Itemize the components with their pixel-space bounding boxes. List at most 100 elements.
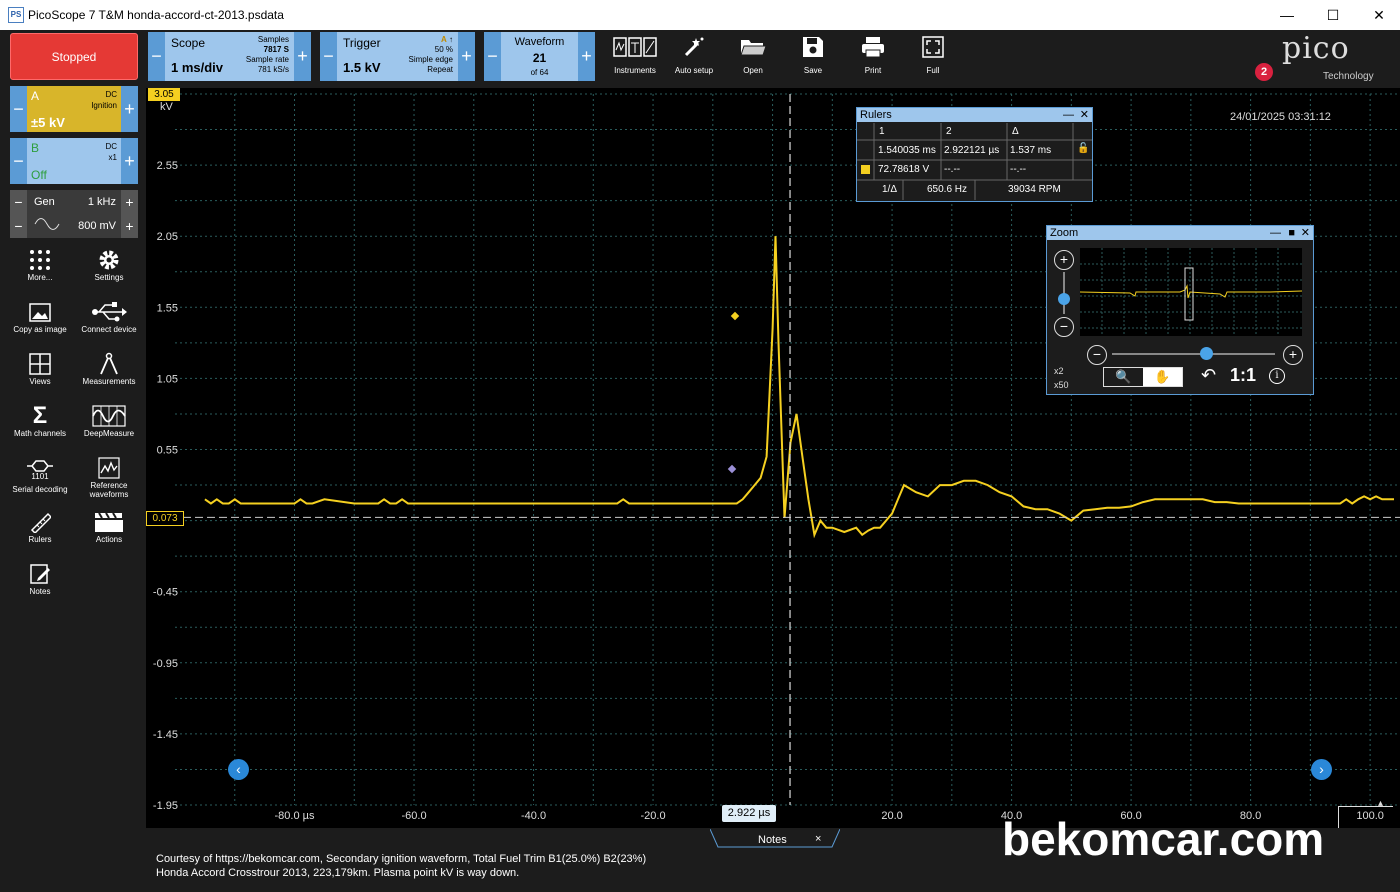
- rulers-button[interactable]: Rulers: [6, 509, 74, 544]
- zoom-overview[interactable]: [1080, 248, 1302, 336]
- notes-text[interactable]: Courtesy of https://bekomcar.com, Second…: [156, 852, 646, 880]
- sine-wave-icon: [34, 217, 60, 236]
- channel-b-decrease-button[interactable]: −: [10, 138, 27, 184]
- samples-value: 7817 S: [263, 45, 289, 54]
- trigger-level-marker[interactable]: 0.073: [146, 511, 184, 526]
- measurements-button[interactable]: Measurements: [75, 351, 143, 386]
- info-icon[interactable]: i: [1269, 368, 1285, 384]
- trigger-control: − Trigger 1.5 kV A ↑ 50 % Simple edge Re…: [320, 32, 475, 81]
- channel-a-name: A: [31, 89, 40, 103]
- channel-a-range[interactable]: ±5 kV: [31, 115, 65, 130]
- printer-icon: [844, 32, 902, 62]
- connect-device-label: Connect device: [81, 325, 137, 334]
- copy-as-image-button[interactable]: Copy as image: [6, 299, 74, 334]
- gen-frequency[interactable]: 1 kHz: [88, 196, 116, 208]
- channel-b-state[interactable]: Off: [31, 168, 47, 182]
- serial-decoding-label: Serial decoding: [12, 485, 68, 494]
- run-stop-button[interactable]: Stopped: [10, 33, 138, 80]
- close-window-button[interactable]: ✕: [1356, 0, 1400, 30]
- ruler-col-2: 2: [946, 126, 952, 137]
- sample-rate-label: Sample rate: [245, 55, 289, 64]
- zoom-horizontal-out-button[interactable]: −: [1087, 345, 1107, 365]
- scroll-right-button[interactable]: ›: [1311, 759, 1332, 780]
- gen-increase-button[interactable]: + +: [121, 190, 138, 238]
- instruments-button[interactable]: Instruments: [606, 32, 664, 80]
- minimize-button[interactable]: —: [1264, 0, 1310, 30]
- auto-setup-icon: [665, 32, 723, 62]
- serial-decoding-button[interactable]: 1101 Serial decoding: [6, 455, 74, 494]
- gen-decrease-button[interactable]: − −: [10, 190, 27, 238]
- trigger-level[interactable]: 1.5 kV: [343, 60, 381, 75]
- trigger-percent: 50 %: [434, 45, 453, 54]
- channel-a-decrease-button[interactable]: −: [10, 86, 27, 132]
- rulers-close-button[interactable]: ✕: [1080, 108, 1089, 122]
- scope-plot-area[interactable]: [146, 88, 1400, 828]
- notes-label: Notes: [29, 587, 51, 596]
- timebase-value[interactable]: 1 ms/div: [171, 60, 223, 75]
- full-screen-button[interactable]: Full: [904, 32, 962, 80]
- zoom-horizontal-thumb[interactable]: [1200, 347, 1213, 360]
- settings-button[interactable]: Settings: [75, 247, 143, 282]
- deepmeasure-icon: [75, 403, 143, 429]
- zoom-horizontal-in-button[interactable]: +: [1283, 345, 1303, 365]
- reference-waveforms-button[interactable]: Reference waveforms: [75, 455, 143, 499]
- top-range-marker[interactable]: 3.05: [148, 88, 180, 101]
- views-button[interactable]: Views: [6, 351, 74, 386]
- zoom-vertical-in-button[interactable]: +: [1054, 250, 1074, 270]
- notes-tab[interactable]: Notes: [758, 834, 787, 846]
- open-button[interactable]: Open: [724, 32, 782, 80]
- zoom-mode-toggle: 🔍 ✋: [1103, 367, 1183, 387]
- math-channels-button[interactable]: Σ Math channels: [6, 402, 74, 438]
- instruments-icon: [606, 32, 664, 62]
- channel-b-increase-button[interactable]: +: [121, 138, 138, 184]
- axis-settings-button[interactable]: [1338, 806, 1393, 829]
- trigger-decrease-button[interactable]: −: [320, 32, 337, 81]
- channel-a-control: − A DC Ignition ±5 kV +: [10, 86, 138, 132]
- deepmeasure-button[interactable]: DeepMeasure: [75, 403, 143, 438]
- zoom-minimize-button[interactable]: —: [1270, 226, 1281, 240]
- ruler-time-1: 1.540035 ms: [878, 145, 936, 156]
- trigger-mode: Repeat: [427, 65, 453, 74]
- fullscreen-icon: [904, 32, 962, 62]
- undo-zoom-icon[interactable]: ↶: [1201, 365, 1216, 386]
- notification-badge[interactable]: 2: [1255, 63, 1273, 81]
- image-icon: [6, 299, 74, 325]
- axis-settings-icon[interactable]: ▴: [1378, 798, 1383, 809]
- trigger-increase-button[interactable]: +: [458, 32, 475, 81]
- actions-button[interactable]: Actions: [75, 509, 143, 544]
- channel-a-increase-button[interactable]: +: [121, 86, 138, 132]
- maximize-button[interactable]: ☐: [1310, 0, 1356, 30]
- waveform-prev-button[interactable]: −: [484, 32, 501, 81]
- lock-icon[interactable]: 🔓: [1077, 143, 1089, 154]
- notes-close-icon[interactable]: ×: [815, 833, 821, 845]
- ruler-time-label[interactable]: 2.922 µs: [722, 805, 776, 822]
- waveform-next-button[interactable]: +: [578, 32, 595, 81]
- print-button[interactable]: Print: [844, 32, 902, 80]
- notes-button[interactable]: Notes: [6, 561, 74, 596]
- pan-hand-icon[interactable]: ✋: [1143, 368, 1182, 386]
- save-button[interactable]: Save: [784, 32, 842, 80]
- waveform-current[interactable]: 21: [501, 51, 578, 65]
- more-button[interactable]: More...: [6, 247, 74, 282]
- gear-icon: [75, 247, 143, 273]
- measurements-icon: [75, 351, 143, 377]
- zoom-ratio-button[interactable]: 1:1: [1230, 365, 1256, 386]
- signal-generator-control: − − Gen 1 kHz 800 mV + +: [10, 190, 138, 238]
- zoom-magnify-icon[interactable]: 🔍: [1104, 368, 1143, 386]
- auto-setup-label: Auto setup: [674, 66, 714, 75]
- capture-timestamp: 24/01/2025 03:31:12: [1230, 111, 1331, 123]
- rulers-minimize-button[interactable]: —: [1063, 108, 1074, 122]
- zoom-horizontal-slider[interactable]: [1112, 353, 1275, 355]
- zoom-vertical-thumb[interactable]: [1058, 293, 1070, 305]
- timebase-increase-button[interactable]: +: [294, 32, 311, 81]
- zoom-close-button[interactable]: ✕: [1301, 226, 1310, 240]
- timebase-decrease-button[interactable]: −: [148, 32, 165, 81]
- zoom-maximize-button[interactable]: ■: [1288, 226, 1295, 240]
- gen-amplitude[interactable]: 800 mV: [78, 220, 116, 232]
- channel-a-swatch: [861, 165, 870, 174]
- rising-edge-icon: ↑: [449, 35, 453, 44]
- auto-setup-button[interactable]: Auto setup: [665, 32, 723, 80]
- connect-device-button[interactable]: Connect device: [75, 299, 143, 334]
- zoom-vertical-out-button[interactable]: −: [1054, 317, 1074, 337]
- scroll-left-button[interactable]: ‹: [228, 759, 249, 780]
